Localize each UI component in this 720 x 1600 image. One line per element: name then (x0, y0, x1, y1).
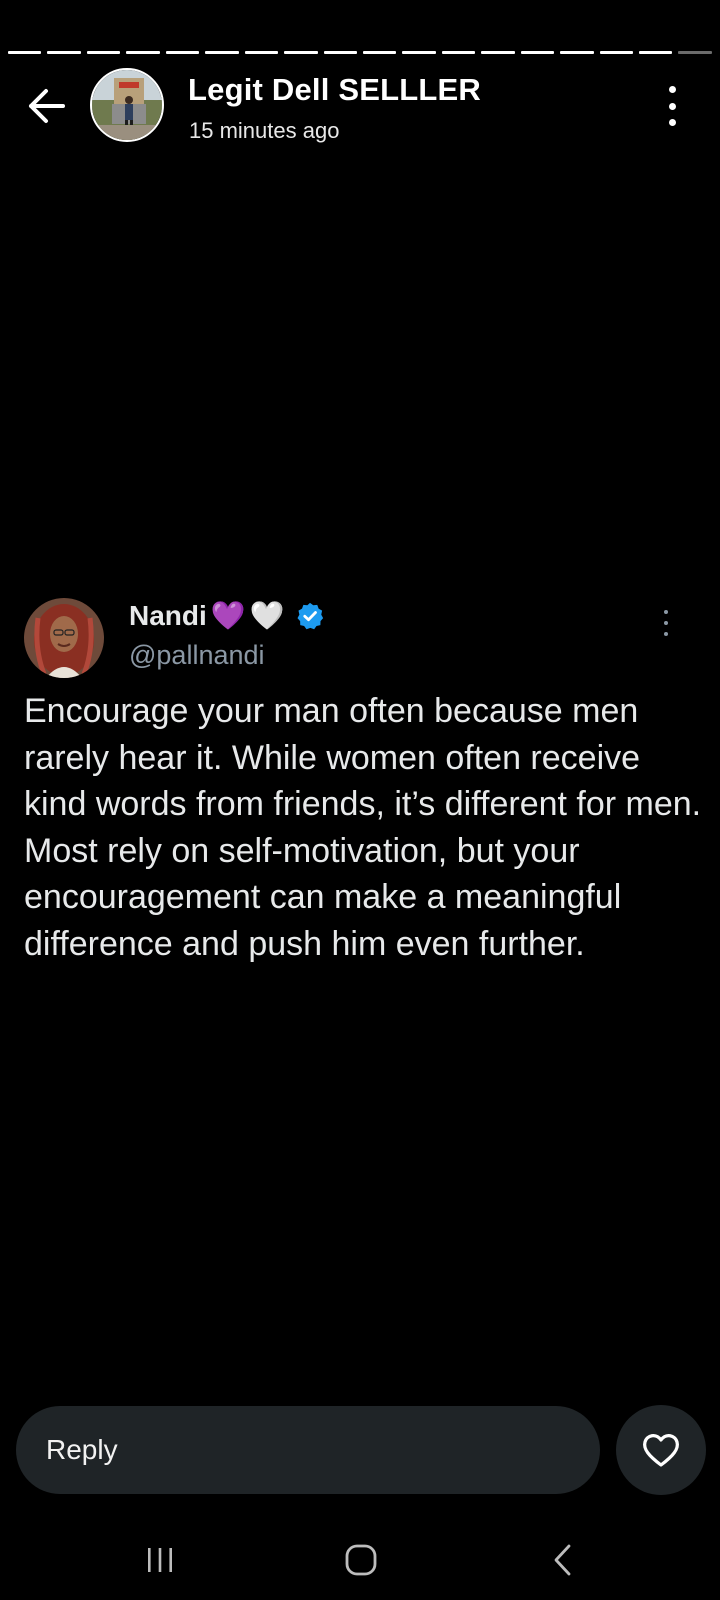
heart-icon (643, 1434, 679, 1467)
story-progress-segment (244, 51, 279, 54)
arrow-left-icon (29, 89, 65, 123)
story-progress-segment (520, 51, 555, 54)
verified-badge-icon (297, 602, 323, 630)
recents-button[interactable] (130, 1530, 190, 1590)
tweet-author-avatar (24, 598, 104, 678)
story-progress-segment (560, 51, 594, 54)
purple-heart-emoji: 💜 (210, 600, 246, 631)
story-progress-segment (402, 51, 436, 54)
story-progress-segment (441, 51, 476, 54)
story-progress-segment (639, 51, 673, 54)
tweet-author-row: Nandi 💜 🤍 (129, 600, 325, 632)
poster-name[interactable]: Legit Dell SELLLER (188, 72, 481, 108)
tweet-text: Encourage your man often because men rar… (24, 692, 702, 963)
like-button[interactable] (616, 1405, 706, 1495)
story-progress-segment (284, 51, 318, 54)
story-progress-segment (165, 51, 200, 54)
story-viewer: Legit Dell SELLLER 15 minutes ago Nandi … (0, 0, 720, 1600)
reply-placeholder: Reply (46, 1434, 118, 1465)
tweet-author-handle: @pallnandi (129, 640, 265, 670)
author-avatar-image (24, 598, 104, 678)
more-vertical-icon (668, 86, 676, 93)
system-back-button[interactable] (533, 1530, 593, 1590)
tweet-more-icon (662, 610, 670, 636)
story-progress-segment (678, 51, 712, 54)
story-progress-segment (86, 51, 121, 54)
story-progress-bar (8, 51, 712, 54)
tweet-author-name: Nandi (129, 600, 207, 631)
system-navigation-bar (0, 1520, 720, 1600)
home-button[interactable] (331, 1530, 391, 1590)
home-icon (345, 1544, 377, 1576)
story-progress-segment (323, 51, 357, 54)
back-button[interactable] (24, 84, 68, 128)
story-progress-segment (8, 51, 42, 54)
reply-input[interactable]: Reply (16, 1406, 600, 1494)
chevron-left-icon (554, 1544, 571, 1576)
more-options-button[interactable] (662, 86, 682, 126)
story-progress-segment (481, 51, 515, 54)
poster-avatar[interactable] (90, 68, 164, 142)
white-heart-emoji: 🤍 (249, 600, 285, 631)
posted-time: 15 minutes ago (189, 118, 340, 143)
story-progress-segment (47, 51, 81, 54)
story-progress-segment (362, 51, 397, 54)
story-progress-segment (599, 51, 633, 54)
story-progress-segment (126, 51, 160, 54)
recents-icon (148, 1548, 172, 1572)
poster-avatar-image (92, 70, 162, 140)
story-header: Legit Dell SELLLER 15 minutes ago (0, 68, 720, 148)
story-progress-segment (205, 51, 239, 54)
